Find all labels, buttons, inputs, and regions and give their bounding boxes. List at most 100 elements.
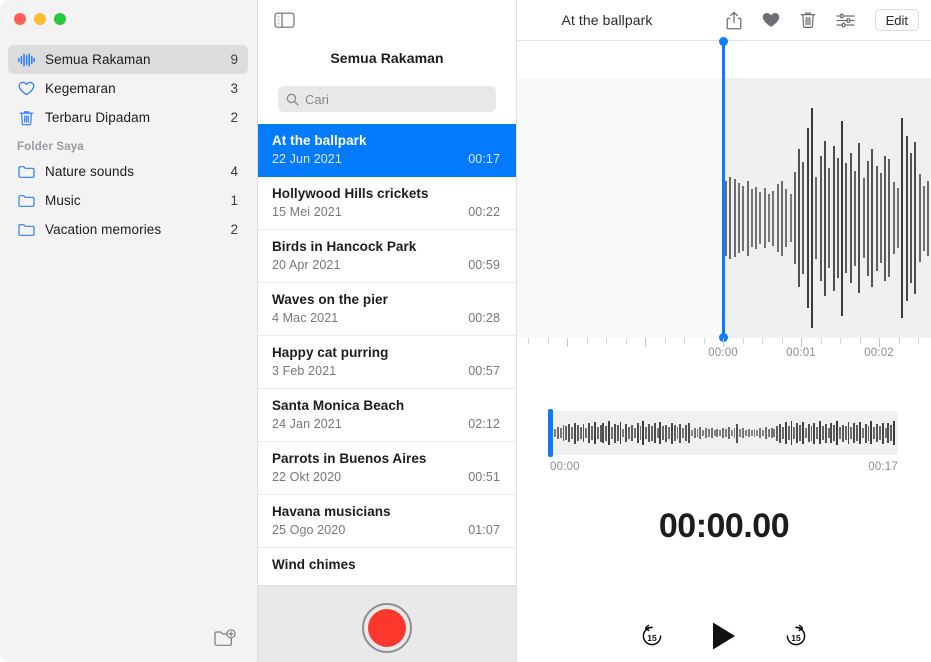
overview-bar bbox=[588, 423, 590, 443]
list-item[interactable]: Waves on the pier 4 Mac 2021 00:28 bbox=[258, 283, 516, 336]
overview-bar bbox=[862, 428, 864, 438]
overview-bar bbox=[685, 425, 687, 441]
waveform-bar bbox=[867, 161, 869, 276]
timeline-label: 00:00 bbox=[708, 347, 738, 359]
overview-bar bbox=[853, 423, 855, 443]
waveform-bar bbox=[854, 171, 856, 266]
edit-button[interactable]: Edit bbox=[875, 9, 919, 31]
search-icon bbox=[286, 93, 299, 106]
list-item[interactable]: Hollywood Hills crickets 15 Mei 2021 00:… bbox=[258, 177, 516, 230]
waveform-bar bbox=[880, 173, 882, 263]
sidebar-item-nature-sounds[interactable]: Nature sounds 4 bbox=[8, 157, 248, 186]
list-item[interactable]: Havana musicians 25 Ogo 2020 01:07 bbox=[258, 495, 516, 548]
overview-bar bbox=[622, 429, 624, 438]
overview-playhead[interactable] bbox=[548, 409, 553, 457]
waveform-bar bbox=[764, 188, 766, 248]
list-item[interactable]: At the ballpark 22 Jun 2021 00:17 bbox=[258, 124, 516, 177]
memo-duration: 00:51 bbox=[468, 470, 500, 484]
memo-name: Happy cat purring bbox=[272, 344, 500, 361]
play-icon[interactable] bbox=[707, 619, 741, 653]
list-item[interactable]: Birds in Hancock Park 20 Apr 2021 00:59 bbox=[258, 230, 516, 283]
sliders-icon[interactable] bbox=[836, 10, 855, 31]
skip-back-15-icon[interactable]: 15 bbox=[639, 623, 665, 649]
sidebar-item-recently-deleted[interactable]: Terbaru Dipadam 2 bbox=[8, 103, 248, 132]
overview-bar bbox=[631, 425, 633, 441]
waveform-bar bbox=[751, 189, 753, 247]
overview-bar bbox=[782, 427, 784, 440]
overview-bar bbox=[868, 426, 870, 441]
overview-bar bbox=[679, 424, 681, 443]
waveform-bar bbox=[785, 189, 787, 247]
overview-bar bbox=[682, 428, 684, 438]
waveform-icon bbox=[16, 51, 36, 69]
skip-forward-15-icon[interactable]: 15 bbox=[783, 623, 809, 649]
overview-bar bbox=[642, 421, 644, 445]
zoom-button[interactable] bbox=[54, 13, 66, 25]
sidebar-item-all-recordings[interactable]: Semua Rakaman 9 bbox=[8, 45, 248, 74]
timeline-tick-major bbox=[879, 338, 880, 347]
overview-bar bbox=[788, 426, 790, 440]
close-button[interactable] bbox=[14, 13, 26, 25]
sidebar-item-favorites[interactable]: Kegemaran 3 bbox=[8, 74, 248, 103]
overview-bar bbox=[822, 426, 824, 440]
memo-list[interactable]: At the ballpark 22 Jun 2021 00:17 Hollyw… bbox=[258, 124, 516, 585]
overview-bar bbox=[620, 422, 622, 444]
overview-bar bbox=[574, 423, 576, 444]
search-input[interactable] bbox=[305, 92, 475, 107]
waveform-bar bbox=[927, 181, 929, 256]
share-icon[interactable] bbox=[725, 10, 744, 31]
minimize-button[interactable] bbox=[34, 13, 46, 25]
sidebar-nav: Semua Rakaman 9 Kegemaran 3 bbox=[0, 45, 258, 244]
search-field[interactable] bbox=[278, 86, 496, 112]
overview-bar bbox=[768, 429, 770, 437]
playhead-handle-top[interactable] bbox=[719, 37, 728, 46]
overview-bar bbox=[714, 430, 716, 435]
waveform-bar bbox=[906, 136, 908, 301]
overview-bar bbox=[793, 427, 795, 439]
overview-bar bbox=[885, 428, 887, 438]
trash-icon[interactable] bbox=[799, 10, 818, 31]
heart-filled-icon[interactable] bbox=[762, 10, 781, 31]
sidebar-item-count: 2 bbox=[224, 222, 238, 237]
memo-duration: 00:22 bbox=[468, 205, 500, 219]
memo-meta: 15 Mei 2021 00:22 bbox=[272, 205, 500, 219]
waveform-bar bbox=[828, 168, 830, 268]
list-item[interactable]: Santa Monica Beach 24 Jan 2021 02:12 bbox=[258, 389, 516, 442]
sidebar-item-vacation-memories[interactable]: Vacation memories 2 bbox=[8, 215, 248, 244]
sidebar-item-music[interactable]: Music 1 bbox=[8, 186, 248, 215]
new-folder-icon[interactable] bbox=[213, 628, 237, 650]
timeline-tick-major bbox=[645, 338, 646, 347]
overview-bar bbox=[828, 428, 830, 439]
memo-list-pane: Semua Rakaman At the ballpark 22 Jun 202… bbox=[258, 0, 517, 662]
list-item[interactable]: Happy cat purring 3 Feb 2021 00:57 bbox=[258, 336, 516, 389]
overview-bar bbox=[865, 424, 867, 443]
overview-bar bbox=[565, 426, 567, 440]
memo-name: Waves on the pier bbox=[272, 291, 500, 308]
waveform-overview[interactable] bbox=[550, 411, 898, 455]
overview-bar bbox=[602, 423, 604, 443]
overview-bar bbox=[591, 426, 593, 440]
overview-bar bbox=[605, 426, 607, 441]
timeline-tick-minor bbox=[743, 338, 744, 344]
waveform-bar bbox=[772, 191, 774, 246]
memo-duration: 00:59 bbox=[468, 258, 500, 272]
overview-bar bbox=[674, 425, 676, 441]
overview-bar bbox=[648, 424, 650, 442]
overview-bar bbox=[808, 424, 810, 442]
timeline-tick-minor bbox=[626, 338, 627, 344]
list-item[interactable]: Parrots in Buenos Aires 22 Okt 2020 00:5… bbox=[258, 442, 516, 495]
record-button[interactable] bbox=[362, 603, 412, 653]
playhead[interactable] bbox=[722, 41, 725, 338]
timeline-label: 00:01 bbox=[786, 347, 816, 359]
timeline-tick-major bbox=[801, 338, 802, 347]
memo-date: 4 Mac 2021 bbox=[272, 311, 338, 325]
overview-bar bbox=[702, 430, 704, 436]
sidebar-item-label: Terbaru Dipadam bbox=[45, 110, 224, 125]
overview-bar bbox=[882, 423, 884, 444]
timeline-tick-minor bbox=[918, 338, 919, 344]
memo-meta: 25 Ogo 2020 01:07 bbox=[272, 523, 500, 537]
waveform-bar bbox=[768, 194, 770, 242]
overview-bar bbox=[628, 427, 630, 440]
list-item[interactable]: Wind chimes bbox=[258, 548, 516, 585]
memo-meta: 22 Jun 2021 00:17 bbox=[272, 152, 500, 166]
